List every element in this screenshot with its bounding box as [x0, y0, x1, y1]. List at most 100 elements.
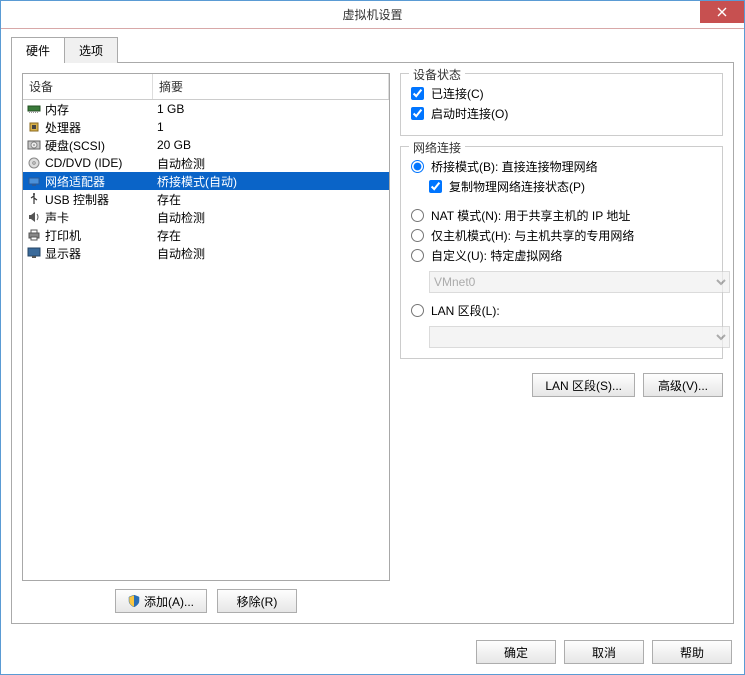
- table-row[interactable]: 硬盘(SCSI)20 GB: [23, 136, 389, 154]
- device-cell: CD/DVD (IDE): [23, 156, 153, 170]
- advanced-button[interactable]: 高级(V)...: [643, 373, 723, 397]
- device-name: 网络适配器: [45, 173, 105, 190]
- cancel-label: 取消: [592, 644, 616, 661]
- device-cell: 处理器: [23, 119, 153, 136]
- cancel-button[interactable]: 取消: [564, 640, 644, 664]
- remove-button[interactable]: 移除(R): [217, 589, 297, 613]
- bridged-row[interactable]: 桥接模式(B): 直接连接物理网络: [411, 158, 712, 175]
- device-buttons: 添加(A)... 移除(R): [22, 581, 390, 613]
- replicate-label: 复制物理网络连接状态(P): [449, 178, 585, 195]
- device-name: USB 控制器: [45, 191, 109, 208]
- custom-radio[interactable]: [411, 249, 424, 262]
- device-table: 设备 摘要 内存1 GB处理器1硬盘(SCSI)20 GBCD/DVD (IDE…: [22, 73, 390, 581]
- device-status-group: 设备状态 已连接(C) 启动时连接(O): [400, 73, 723, 136]
- device-name: 处理器: [45, 119, 81, 136]
- tab-options[interactable]: 选项: [65, 37, 118, 63]
- table-row[interactable]: 内存 1 GB: [23, 100, 389, 118]
- device-cell: 显示器: [23, 245, 153, 262]
- device-table-body[interactable]: 内存1 GB处理器1硬盘(SCSI)20 GBCD/DVD (IDE)自动检测网…: [23, 100, 389, 580]
- tabstrip: 硬件 选项: [1, 29, 744, 63]
- device-status-title: 设备状态: [409, 66, 465, 83]
- help-label: 帮助: [680, 644, 704, 661]
- remove-button-label: 移除(R): [237, 593, 278, 610]
- advanced-label: 高级(V)...: [658, 377, 708, 394]
- cpu-icon: [27, 121, 41, 133]
- nat-radio[interactable]: [411, 209, 424, 222]
- connected-checkbox-row[interactable]: 已连接(C): [411, 85, 712, 102]
- sound-icon: [27, 211, 41, 223]
- table-row[interactable]: USB 控制器 存在: [23, 190, 389, 208]
- device-table-header: 设备 摘要: [23, 74, 389, 100]
- display-icon: [27, 247, 41, 259]
- right-column: 设备状态 已连接(C) 启动时连接(O) 网络连接 桥接模式(B): 直接连接物…: [400, 73, 723, 613]
- network-connection-title: 网络连接: [409, 139, 465, 156]
- titlebar: 虚拟机设置: [1, 1, 744, 29]
- device-cell: 内存: [23, 101, 153, 118]
- device-cell: 硬盘(SCSI): [23, 137, 153, 154]
- bridged-label: 桥接模式(B): 直接连接物理网络: [431, 158, 598, 175]
- device-name: 显示器: [45, 245, 81, 262]
- device-cell: 声卡: [23, 209, 153, 226]
- hostonly-radio[interactable]: [411, 229, 424, 242]
- close-icon: [717, 7, 727, 17]
- add-button-label: 添加(A)...: [144, 593, 194, 610]
- device-name: CD/DVD (IDE): [45, 156, 122, 170]
- nat-label: NAT 模式(N): 用于共享主机的 IP 地址: [431, 207, 630, 224]
- shield-icon: [128, 595, 140, 607]
- device-name: 硬盘(SCSI): [45, 137, 105, 154]
- connect-poweron-label: 启动时连接(O): [431, 105, 508, 122]
- table-row[interactable]: CD/DVD (IDE)自动检测: [23, 154, 389, 172]
- summary-cell: 1 GB: [153, 102, 389, 116]
- replicate-checkbox[interactable]: [429, 180, 442, 193]
- table-row[interactable]: 处理器 1: [23, 118, 389, 136]
- device-cell: 打印机: [23, 227, 153, 244]
- hostonly-row[interactable]: 仅主机模式(H): 与主机共享的专用网络: [411, 227, 712, 244]
- custom-vmnet-select[interactable]: VMnet0: [429, 271, 730, 293]
- table-row[interactable]: 声卡自动检测: [23, 208, 389, 226]
- connect-poweron-checkbox[interactable]: [411, 107, 424, 120]
- device-name: 内存: [45, 101, 69, 118]
- header-device: 设备: [23, 74, 153, 99]
- connect-poweron-row[interactable]: 启动时连接(O): [411, 105, 712, 122]
- ok-label: 确定: [504, 644, 528, 661]
- net-icon: [27, 175, 41, 187]
- lan-label: LAN 区段(L):: [431, 302, 500, 319]
- hostonly-label: 仅主机模式(H): 与主机共享的专用网络: [431, 227, 634, 244]
- hardware-panel: 设备 摘要 内存1 GB处理器1硬盘(SCSI)20 GBCD/DVD (IDE…: [11, 62, 734, 624]
- table-row[interactable]: 网络适配器桥接模式(自动): [23, 172, 389, 190]
- print-icon: [27, 229, 41, 241]
- table-row[interactable]: 打印机存在: [23, 226, 389, 244]
- device-cell: 网络适配器: [23, 173, 153, 190]
- dialog-buttons: 确定 取消 帮助: [1, 632, 744, 674]
- help-button[interactable]: 帮助: [652, 640, 732, 664]
- close-button[interactable]: [700, 1, 744, 23]
- summary-cell: 自动检测: [153, 245, 389, 262]
- add-button[interactable]: 添加(A)...: [115, 589, 207, 613]
- memory-icon: [27, 103, 41, 115]
- bridged-radio[interactable]: [411, 160, 424, 173]
- lan-row[interactable]: LAN 区段(L):: [411, 302, 712, 319]
- window-title: 虚拟机设置: [1, 6, 744, 23]
- summary-cell: 存在: [153, 191, 389, 208]
- nat-row[interactable]: NAT 模式(N): 用于共享主机的 IP 地址: [411, 207, 712, 224]
- header-summary: 摘要: [153, 74, 389, 99]
- connected-checkbox[interactable]: [411, 87, 424, 100]
- lan-segments-button[interactable]: LAN 区段(S)...: [532, 373, 635, 397]
- summary-cell: 自动检测: [153, 209, 389, 226]
- connected-label: 已连接(C): [431, 85, 484, 102]
- tab-hardware[interactable]: 硬件: [11, 37, 65, 63]
- ok-button[interactable]: 确定: [476, 640, 556, 664]
- lan-segment-select[interactable]: [429, 326, 730, 348]
- lan-radio[interactable]: [411, 304, 424, 317]
- summary-cell: 1: [153, 120, 389, 134]
- network-connection-group: 网络连接 桥接模式(B): 直接连接物理网络 复制物理网络连接状态(P) NAT…: [400, 146, 723, 359]
- custom-row[interactable]: 自定义(U): 特定虚拟网络: [411, 247, 712, 264]
- summary-cell: 存在: [153, 227, 389, 244]
- replicate-row[interactable]: 复制物理网络连接状态(P): [429, 178, 712, 195]
- custom-label: 自定义(U): 特定虚拟网络: [431, 247, 562, 264]
- table-row[interactable]: 显示器 自动检测: [23, 244, 389, 262]
- device-cell: USB 控制器: [23, 191, 153, 208]
- left-column: 设备 摘要 内存1 GB处理器1硬盘(SCSI)20 GBCD/DVD (IDE…: [22, 73, 390, 613]
- vm-settings-window: 虚拟机设置 硬件 选项 设备 摘要 内存 1 GB 处理器 1 硬盘(SCSI)20 G…: [0, 0, 745, 675]
- lan-segments-label: LAN 区段(S)...: [545, 377, 622, 394]
